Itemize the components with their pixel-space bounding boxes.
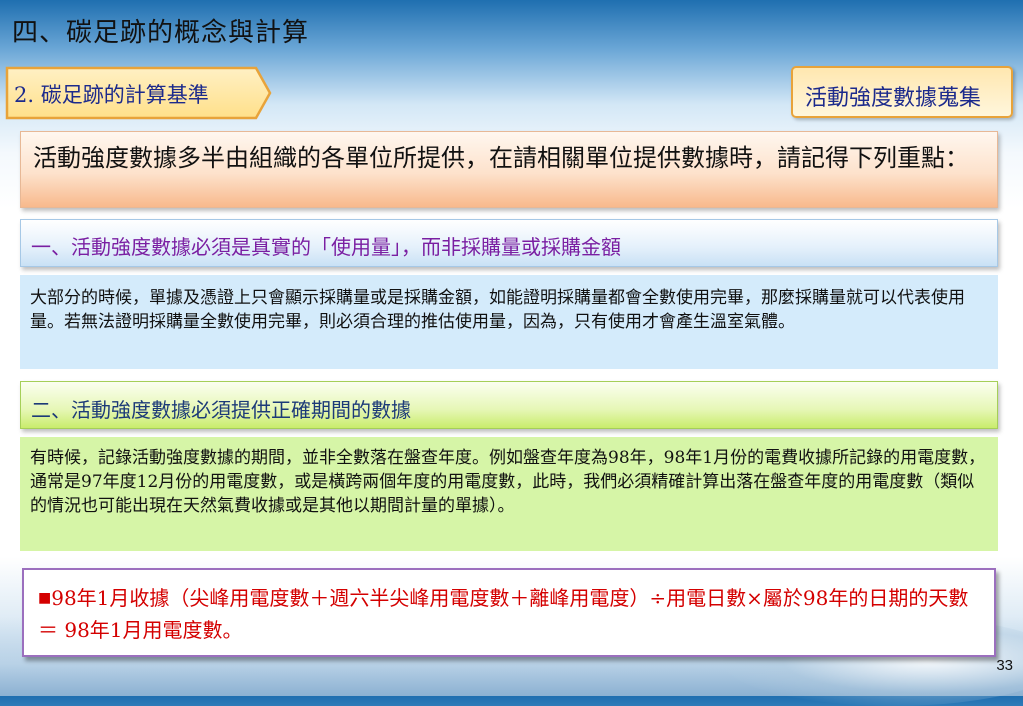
topic-tag: 活動強度數據蒐集	[791, 66, 1013, 118]
intro-box: 活動強度數據多半由組織的各單位所提供，在請相關單位提供數據時，請記得下列重點：	[20, 131, 998, 208]
page-title: 四、碳足跡的概念與計算	[12, 18, 310, 48]
point1-heading: 一、活動強度數據必須是真實的「使用量」，而非採購量或採購金額	[20, 219, 998, 267]
square-bullet-icon: ■	[38, 590, 52, 606]
point1-body: 大部分的時候，單據及憑證上只會顯示採購量或是採購金額，如能證明採購量都會全數使用…	[20, 275, 998, 369]
point2-heading: 二、活動強度數據必須提供正確期間的數據	[20, 381, 998, 429]
point2-body: 有時候，記錄活動強度數據的期間，並非全數落在盤查年度。例如盤查年度為98年，98…	[20, 437, 998, 551]
formula-box: ■98年1月收據（尖峰用電度數＋週六半尖峰用電度數＋離峰用電度）÷用電日數×屬於…	[22, 568, 996, 657]
formula-text: 98年1月收據（尖峰用電度數＋週六半尖峰用電度數＋離峰用電度）÷用電日數×屬於9…	[38, 586, 969, 642]
section-tag-label: 2. 碳足跡的計算基準	[14, 83, 209, 107]
section-tag: 2. 碳足跡的計算基準	[4, 65, 272, 121]
page-number: 33	[996, 657, 1013, 674]
topic-tag-label: 活動強度數據蒐集	[805, 86, 982, 111]
